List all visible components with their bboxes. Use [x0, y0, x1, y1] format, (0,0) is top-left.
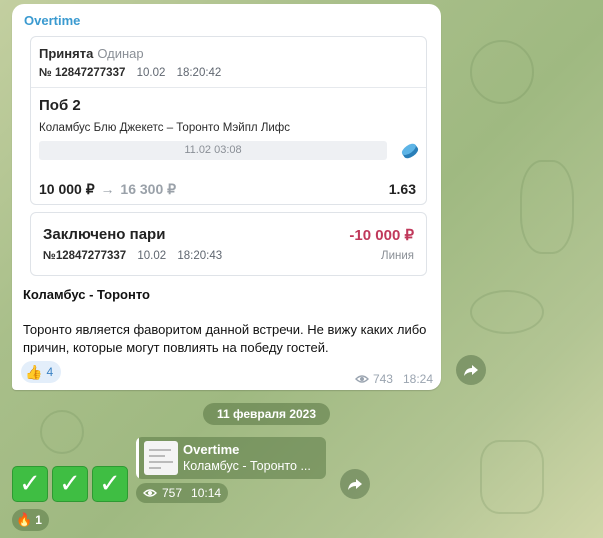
- confirmation-card: Заключено пари -10 000 ₽ №12847277337 10…: [30, 212, 427, 276]
- forward-button[interactable]: [340, 469, 370, 499]
- check-mark-icon: ✓: [12, 466, 48, 502]
- divider: [31, 87, 426, 88]
- share-arrow-icon: [348, 479, 362, 490]
- reaction-count: 4: [46, 365, 54, 379]
- fire-reaction[interactable]: 🔥 1: [12, 509, 49, 531]
- bet-meta: № 12847277337 10.02 18:20:42: [39, 67, 221, 79]
- reply-accent-bar: [136, 437, 139, 479]
- background-doodle: [480, 440, 544, 514]
- message-title: Коламбус - Торонто: [23, 287, 150, 302]
- confirmation-amount: -10 000 ₽: [349, 227, 414, 244]
- confirmation-meta: №12847277337 10.02 18:20:43: [43, 250, 222, 262]
- message-info: 757 10:14: [136, 483, 229, 503]
- background-doodle: [470, 40, 534, 104]
- background-doodle: [470, 290, 544, 334]
- background-doodle: [40, 410, 84, 454]
- message-time: 10:14: [191, 486, 222, 500]
- message-info: 743 18:24: [354, 372, 433, 386]
- bet-date: 10.02: [136, 67, 166, 79]
- bet-amounts: 10 000 ₽ → 16 300 ₽: [39, 181, 176, 198]
- confirmation-type: Линия: [381, 250, 414, 262]
- date-separator: 11 февраля 2023: [203, 403, 330, 425]
- reaction-count: 1: [35, 513, 42, 527]
- confirmation-time: 18:20:43: [177, 250, 223, 262]
- background-doodle: [520, 160, 574, 254]
- stake-amount: 10 000 ₽: [39, 181, 95, 197]
- arrow-right-icon: →: [100, 181, 115, 197]
- reply-text: Коламбус - Торонто ...: [183, 459, 311, 473]
- message-time: 18:24: [402, 372, 433, 386]
- message-bubble[interactable]: Overtime Принята Одинар № 12847277337 10.…: [12, 4, 441, 390]
- bet-status: Принята Одинар: [39, 46, 144, 61]
- thumbs-up-reaction[interactable]: 👍 4: [21, 361, 62, 383]
- potential-win: 16 300 ₽: [120, 181, 177, 197]
- eye-icon: [354, 375, 369, 383]
- bet-slip-card: Принята Одинар № 12847277337 10.02 18:20:…: [30, 36, 427, 205]
- bet-number: № 12847277337: [39, 67, 126, 79]
- thumbs-up-icon: 👍: [25, 363, 43, 380]
- bet-status-label: Принята: [39, 46, 94, 61]
- check-mark-icon: ✓: [92, 466, 128, 502]
- sender-name[interactable]: Overtime: [24, 13, 80, 28]
- event-datetime: 11.02 03:08: [39, 141, 387, 160]
- bet-odds: 1.63: [388, 181, 416, 197]
- bet-type: Одинар: [97, 46, 144, 61]
- message-body: Торонто является фаворитом данной встреч…: [23, 322, 427, 355]
- reply-title: Overtime: [183, 442, 240, 457]
- confirmation-title: Заключено пари: [43, 226, 166, 243]
- bet-time: 18:20:42: [176, 67, 222, 79]
- confirmation-date: 10.02: [137, 250, 167, 262]
- view-count: 757: [162, 486, 183, 500]
- hockey-puck-icon: [401, 143, 419, 159]
- eye-icon: [143, 489, 157, 497]
- check-mark-icon: ✓: [52, 466, 88, 502]
- confirmation-number: №12847277337: [43, 250, 127, 262]
- bet-teams: Коламбус Блю Джекетс – Торонто Мэйпл Лиф…: [39, 122, 291, 134]
- bet-name: Поб 2: [39, 97, 81, 114]
- forward-button[interactable]: [456, 355, 486, 385]
- view-count: 743: [372, 372, 393, 386]
- reply-thumbnail: [144, 441, 178, 475]
- check-emoji-row: ✓ ✓ ✓: [12, 466, 128, 502]
- share-arrow-icon: [464, 365, 478, 376]
- reply-preview[interactable]: Overtime Коламбус - Торонто ...: [136, 437, 326, 479]
- fire-icon: 🔥: [16, 512, 33, 527]
